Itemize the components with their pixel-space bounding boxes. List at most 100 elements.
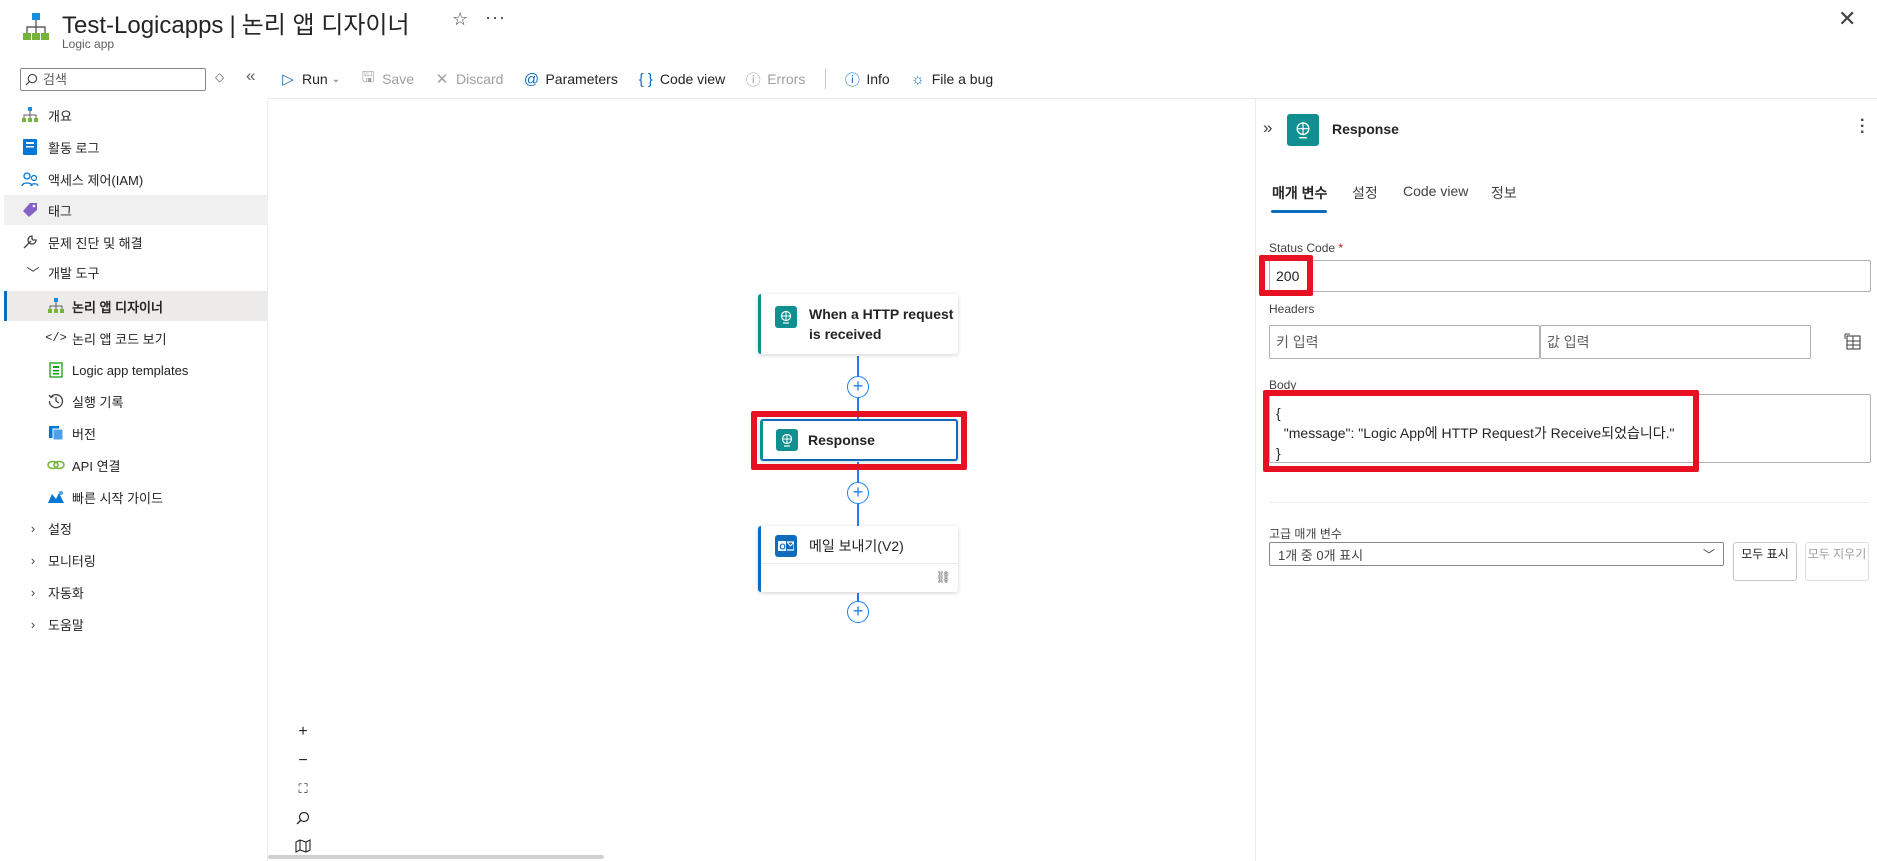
tab-settings[interactable]: 설정	[1352, 183, 1378, 203]
sidebar-item-label: 도움말	[48, 617, 84, 633]
search-canvas-icon[interactable]	[291, 806, 315, 830]
required-marker: *	[1338, 241, 1344, 255]
error-icon: ⓘ	[745, 71, 761, 89]
sidebar-item-tags[interactable]: 태그	[4, 195, 268, 225]
sidebar-item-run-history[interactable]: 실행 기록	[4, 386, 268, 416]
sidebar-item-designer[interactable]: 논리 앱 디자이너	[4, 291, 268, 321]
status-code-input[interactable]: 200	[1269, 260, 1871, 292]
tab-code-view[interactable]: Code view	[1403, 183, 1468, 199]
chevron-right-icon: ›	[30, 616, 36, 632]
canvas-scrollbar[interactable]	[268, 855, 604, 859]
code-view-label: Code view	[659, 71, 726, 87]
clear-all-button[interactable]: 모두 지우기	[1805, 542, 1869, 581]
http-request-icon	[775, 306, 797, 328]
sidebar-item-overview[interactable]: 개요	[4, 100, 268, 130]
quickstart-icon	[47, 488, 65, 506]
access-control-icon	[21, 170, 39, 188]
errors-button[interactable]: ⓘ Errors	[745, 69, 806, 90]
response-icon	[776, 429, 798, 451]
sidebar-item-label: 개발 도구	[48, 265, 100, 281]
body-editor[interactable]: { "message": "Logic App에 HTTP Request가 R…	[1269, 394, 1871, 463]
code-view-button[interactable]: { } Code view	[638, 71, 725, 88]
history-icon	[47, 392, 65, 410]
tab-parameters[interactable]: 매개 변수	[1272, 183, 1327, 203]
header-key-input[interactable]: 키 입력	[1269, 325, 1540, 359]
collapse-sidebar-icon[interactable]: «	[246, 66, 255, 86]
search-box[interactable]	[20, 68, 206, 91]
sidebar-item-api-connections[interactable]: API 연결	[4, 450, 268, 480]
collapse-panel-icon[interactable]: »	[1263, 118, 1272, 138]
file-bug-button[interactable]: ☼ File a bug	[910, 71, 993, 88]
active-tab-indicator	[1271, 210, 1327, 213]
close-icon[interactable]: ✕	[1838, 6, 1856, 32]
advanced-parameters-label: 고급 매개 변수	[1269, 527, 1342, 541]
sidebar-item-code-view[interactable]: </> 논리 앱 코드 보기	[4, 323, 268, 353]
show-all-button[interactable]: 모두 표시	[1733, 542, 1797, 581]
sidebar-item-activity-log[interactable]: 활동 로그	[4, 132, 268, 162]
sidebar-group-monitoring[interactable]: › 모니터링	[4, 545, 268, 575]
more-options-icon[interactable]: ···	[485, 7, 506, 28]
file-bug-label: File a bug	[931, 71, 994, 87]
activity-log-icon	[21, 138, 39, 156]
chevron-right-icon: ›	[30, 552, 36, 568]
parameters-button[interactable]: @ Parameters	[523, 71, 618, 88]
sidebar-group-automation[interactable]: › 자동화	[4, 577, 268, 607]
header-key-placeholder: 키 입력	[1276, 334, 1319, 350]
run-button[interactable]: ▷ Run ⌄	[280, 70, 340, 88]
sidebar-group-dev-tools[interactable]: ﹀ 개발 도구	[4, 257, 268, 287]
node-title-line: is received	[809, 326, 882, 342]
sidebar-group-help[interactable]: › 도움말	[4, 609, 268, 639]
search-icon	[25, 73, 38, 86]
discard-label: Discard	[456, 71, 504, 87]
sidebar: 개요 활동 로그 액세스 제어(IAM) 태그 문제 진단 및 해결 ﹀ 개발 …	[0, 100, 268, 861]
status-code-label-text: Status Code	[1269, 241, 1336, 255]
sidebar-item-versions[interactable]: 버전	[4, 418, 268, 448]
sidebar-item-label: 활동 로그	[48, 140, 100, 156]
search-input[interactable]	[43, 72, 193, 87]
designer-icon	[47, 297, 65, 315]
add-step-button[interactable]: +	[847, 482, 869, 504]
sidebar-item-label: API 연결	[72, 458, 121, 474]
save-button[interactable]: 🖫 Save	[360, 67, 414, 92]
advanced-parameters-dropdown[interactable]: 1개 중 0개 표시 ﹀	[1269, 542, 1724, 566]
trigger-node-http-request[interactable]: When a HTTP request is received	[758, 294, 958, 354]
node-title: 메일 보내기(V2)	[809, 538, 904, 554]
switch-to-text-mode-icon[interactable]	[1844, 333, 1862, 354]
panel-more-icon[interactable]: · · ·	[1860, 113, 1865, 141]
discard-button[interactable]: ✕ Discard	[434, 70, 504, 88]
zoom-in-icon[interactable]: +	[291, 720, 315, 744]
fit-view-icon[interactable]: ⛶	[291, 777, 315, 801]
errors-label: Errors	[767, 71, 806, 87]
sidebar-item-label: 자동화	[48, 585, 84, 601]
favorite-star-icon[interactable]: ☆	[452, 9, 468, 30]
zoom-out-icon[interactable]: −	[291, 749, 315, 773]
action-details-panel	[1255, 99, 1877, 861]
bug-icon: ☼	[910, 70, 925, 88]
logic-app-icon	[23, 13, 49, 40]
connection-link-icon[interactable]: ⛓	[936, 570, 951, 584]
add-step-button[interactable]: +	[847, 376, 869, 398]
action-node-response[interactable]: Response	[760, 419, 958, 461]
add-step-button[interactable]: +	[847, 601, 869, 623]
designer-canvas[interactable]	[268, 99, 1255, 861]
info-icon: ⓘ	[844, 71, 860, 89]
sidebar-item-quickstart[interactable]: 빠른 시작 가이드	[4, 482, 268, 512]
versions-icon	[47, 424, 65, 442]
sort-icon[interactable]: ◇	[215, 70, 224, 84]
sidebar-item-label: Logic app templates	[72, 362, 189, 378]
chevron-down-icon: ⌄	[331, 73, 341, 85]
header-value-input[interactable]: 값 입력	[1540, 325, 1811, 359]
info-button[interactable]: ⓘ Info	[844, 69, 890, 90]
action-node-send-email[interactable]: O 메일 보내기(V2) ⛓	[758, 526, 958, 592]
section-divider	[1269, 502, 1869, 503]
overview-icon	[21, 106, 39, 124]
chevron-right-icon: ›	[30, 584, 36, 600]
save-icon: 🖫	[361, 68, 375, 86]
tab-about[interactable]: 정보	[1491, 183, 1517, 203]
sidebar-item-iam[interactable]: 액세스 제어(IAM)	[4, 164, 268, 194]
sidebar-item-templates[interactable]: Logic app templates	[4, 355, 268, 385]
designer-toolbar: ▷ Run ⌄ 🖫 Save ✕ Discard @ Parameters { …	[280, 66, 1013, 92]
save-label: Save	[382, 71, 414, 87]
sidebar-item-diagnose[interactable]: 문제 진단 및 해결	[4, 227, 268, 257]
sidebar-group-settings[interactable]: › 설정	[4, 513, 268, 543]
